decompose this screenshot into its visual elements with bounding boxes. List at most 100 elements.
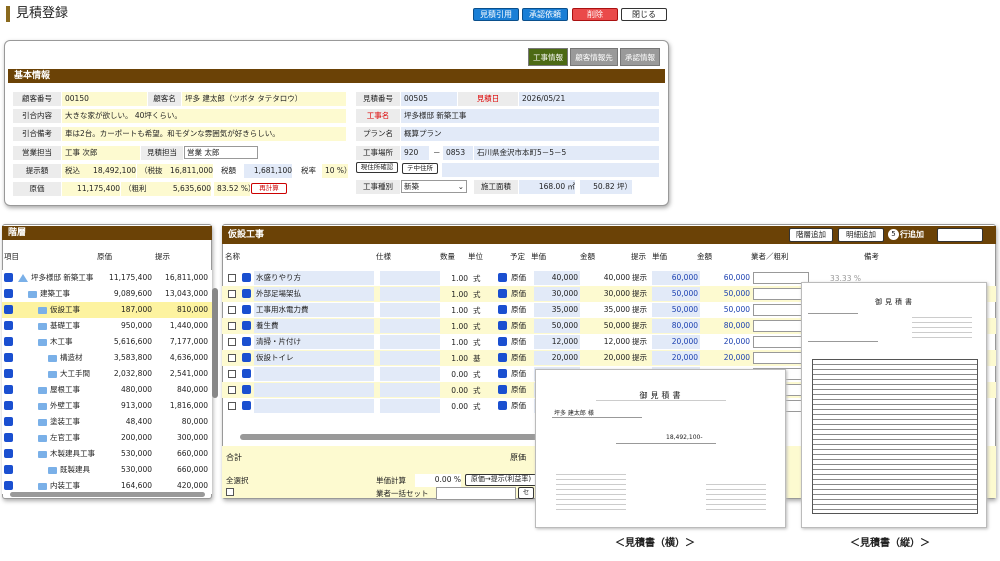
tab-customer-info[interactable]: 顧客情報先 <box>570 48 618 66</box>
row-edit-icon[interactable] <box>242 289 251 298</box>
row-checkbox[interactable] <box>228 386 236 394</box>
quote-reference-button[interactable]: 見積引用 <box>473 8 519 21</box>
vendor-set-input[interactable] <box>436 487 516 500</box>
item-unit[interactable]: 式 <box>473 383 481 399</box>
item-present-unit[interactable]: 80,000 <box>652 319 700 333</box>
zip1-input[interactable]: 920 <box>401 146 429 160</box>
row-select-icon[interactable] <box>4 353 13 362</box>
item-unit-price[interactable]: 35,000 <box>534 303 580 317</box>
item-present-unit[interactable]: 50,000 <box>652 287 700 301</box>
plan-icon[interactable] <box>498 321 507 330</box>
row-edit-icon[interactable] <box>242 337 251 346</box>
item-spec[interactable] <box>380 399 440 413</box>
row-select-icon[interactable] <box>4 321 13 330</box>
item-spec[interactable] <box>380 351 440 365</box>
tree-row[interactable]: 木工事 5,616,600 7,177,000 <box>2 334 212 350</box>
item-unit[interactable]: 式 <box>473 303 481 319</box>
tree-row[interactable]: 木製建具工事 530,000 660,000 <box>2 446 212 462</box>
unit-calc-input[interactable]: 0.00 % <box>415 474 461 487</box>
tree-row[interactable]: 塗装工事 48,400 80,000 <box>2 414 212 430</box>
plan-input[interactable]: 概算プラン <box>401 127 659 141</box>
tree-row[interactable]: 屋根工事 480,000 840,000 <box>2 382 212 398</box>
recalc-button[interactable]: 再計算 <box>251 183 287 194</box>
row-checkbox[interactable] <box>228 306 236 314</box>
approval-request-button[interactable]: 承認依頼 <box>522 8 568 21</box>
row-select-icon[interactable] <box>4 433 13 442</box>
plan-icon[interactable] <box>498 337 507 346</box>
item-name[interactable] <box>254 399 374 413</box>
detail-hscrollbar[interactable] <box>240 434 540 440</box>
item-spec[interactable] <box>380 287 440 301</box>
row-select-icon[interactable] <box>4 273 13 282</box>
row-checkbox[interactable] <box>228 370 236 378</box>
item-unit-price[interactable]: 30,000 <box>534 287 580 301</box>
row-select-icon[interactable] <box>4 481 13 490</box>
item-unit-price[interactable]: 40,000 <box>534 271 580 285</box>
item-unit-price[interactable]: 20,000 <box>534 351 580 365</box>
all-rows-button[interactable]: 全行 <box>937 228 983 242</box>
row-edit-icon[interactable] <box>242 369 251 378</box>
delete-button[interactable]: 削除 <box>572 8 618 21</box>
plan-icon[interactable] <box>498 305 507 314</box>
add-layer-button[interactable]: 階層追加 <box>789 228 833 242</box>
item-qty[interactable]: 1.00 <box>444 351 468 367</box>
item-qty[interactable]: 1.00 <box>444 303 468 319</box>
row-edit-icon[interactable] <box>242 305 251 314</box>
item-name[interactable]: 工事用水電力費 <box>254 303 374 317</box>
row-select-icon[interactable] <box>4 449 13 458</box>
estimate-date-value[interactable]: 2026/05/21 <box>519 92 659 106</box>
item-qty[interactable]: 1.00 <box>444 271 468 287</box>
item-present-unit[interactable]: 20,000 <box>652 335 700 349</box>
zip2-input[interactable]: 0853 <box>443 146 473 160</box>
tree-row[interactable]: 外壁工事 913,000 1,816,000 <box>2 398 212 414</box>
plan-icon[interactable] <box>498 401 507 410</box>
row-checkbox[interactable] <box>228 290 236 298</box>
item-unit[interactable]: 式 <box>473 367 481 383</box>
item-present-unit[interactable]: 50,000 <box>652 303 700 317</box>
item-unit[interactable]: 式 <box>473 271 481 287</box>
tree-row[interactable]: 仮設工事 187,000 810,000 <box>2 302 212 318</box>
vendor-set-button[interactable]: セ <box>518 487 534 499</box>
row-edit-icon[interactable] <box>242 273 251 282</box>
item-name[interactable] <box>254 383 374 397</box>
row-edit-icon[interactable] <box>242 385 251 394</box>
row-select-icon[interactable] <box>4 289 13 298</box>
row-edit-icon[interactable] <box>242 353 251 362</box>
item-qty[interactable]: 1.00 <box>444 335 468 351</box>
all-select-checkbox[interactable] <box>226 488 234 496</box>
row-select-icon[interactable] <box>4 385 13 394</box>
tree-row[interactable]: 構造材 3,583,800 4,636,000 <box>2 350 212 366</box>
item-qty[interactable]: 0.00 <box>444 367 468 383</box>
address-button[interactable]: テ中住所 <box>402 163 438 174</box>
row-checkbox[interactable] <box>228 322 236 330</box>
item-unit[interactable]: 基 <box>473 351 481 367</box>
item-unit[interactable]: 式 <box>473 335 481 351</box>
row-select-icon[interactable] <box>4 465 13 474</box>
address-line2[interactable] <box>442 163 659 177</box>
item-unit[interactable]: 式 <box>473 319 481 335</box>
tree-row[interactable]: 建築工事 9,089,600 13,043,000 <box>2 286 212 302</box>
item-present-unit[interactable]: 20,000 <box>652 351 700 365</box>
plan-icon[interactable] <box>498 289 507 298</box>
calc-button[interactable]: 原価→提示(利益率) <box>465 474 537 486</box>
item-unit[interactable]: 式 <box>473 287 481 303</box>
row-select-icon[interactable] <box>4 369 13 378</box>
kind-select[interactable]: 新築 ⌄ <box>401 180 467 193</box>
item-spec[interactable] <box>380 303 440 317</box>
item-name[interactable]: 養生費 <box>254 319 374 333</box>
item-unit[interactable]: 式 <box>473 399 481 415</box>
item-qty[interactable]: 1.00 <box>444 287 468 303</box>
item-spec[interactable] <box>380 367 440 381</box>
row-checkbox[interactable] <box>228 402 236 410</box>
item-present-unit[interactable]: 60,000 <box>652 271 700 285</box>
item-name[interactable]: 水盛りやり方 <box>254 271 374 285</box>
tree-scrollbar[interactable] <box>212 288 218 398</box>
plan-icon[interactable] <box>498 385 507 394</box>
item-name[interactable]: 清掃・片付け <box>254 335 374 349</box>
add-detail-button[interactable]: 明細追加 <box>838 228 884 242</box>
item-spec[interactable] <box>380 335 440 349</box>
tree-row[interactable]: 基礎工事 950,000 1,440,000 <box>2 318 212 334</box>
row-select-icon[interactable] <box>4 417 13 426</box>
plan-icon[interactable] <box>498 369 507 378</box>
work-name-input[interactable]: 坪多様邸 新築工事 <box>401 109 659 123</box>
